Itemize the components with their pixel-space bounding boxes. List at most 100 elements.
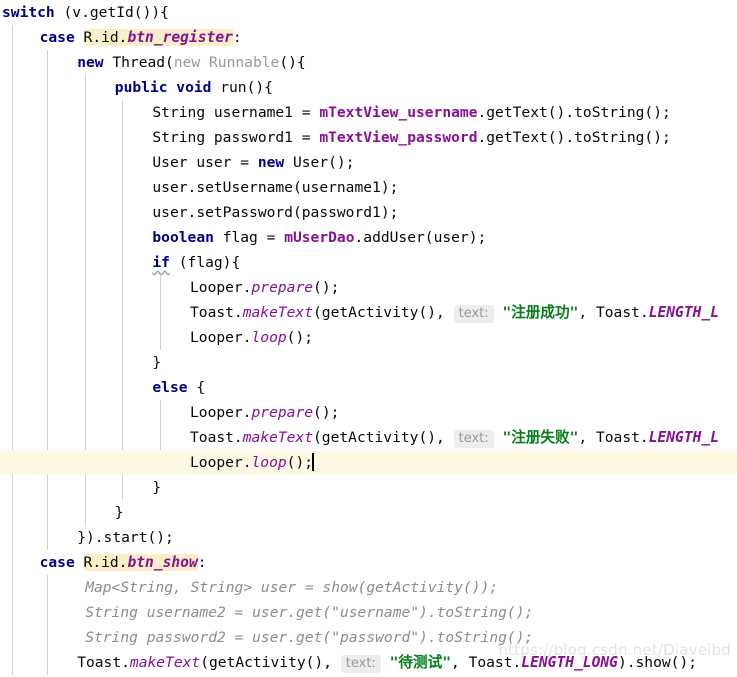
code-token: ).show(); [617,654,698,671]
code-token: makeText [242,429,314,446]
code-token: .getText().toString(); [477,104,671,121]
code-token: loop [251,454,287,471]
code-token: , Toast. [578,429,649,446]
code-token: : [197,554,207,571]
code-token: flag = [222,229,285,246]
commented-code: Map<String, String> user = show(getActiv… [85,579,499,596]
code-token: new [257,154,293,171]
code-token: Toast. [190,429,243,446]
code-line[interactable]: String username1 = mTextView_username.ge… [0,100,737,125]
code-token: case [39,29,84,46]
code-line[interactable]: Toast.makeText(getActivity(), text: "注册失… [0,425,737,450]
string-literal: "注册失败" [502,429,579,446]
code-line[interactable]: user.setPassword(password1); [0,200,737,225]
code-line[interactable]: public void run(){ [0,75,737,100]
code-line[interactable]: Looper.loop(); [0,450,737,475]
code-token: run(){ [220,79,273,96]
code-token: Thread( [112,54,174,71]
code-token: user.setUsername(username1); [152,179,399,196]
code-line[interactable]: Map<String, String> user = show(getActiv… [0,575,737,600]
code-line[interactable]: String username2 = user.get("username").… [0,600,737,625]
code-token: Runnable [209,54,280,71]
code-line[interactable]: case R.id.btn_register: [0,25,737,50]
code-token: makeText [242,304,314,321]
code-token: Looper. [190,329,252,346]
text-caret [312,453,314,471]
code-line[interactable]: Looper.prepare(); [0,400,737,425]
code-token: (v.getId()){ [63,4,169,21]
code-lines: switch (v.getId()){case R.id.btn_registe… [0,0,737,675]
code-token: } [152,479,162,496]
code-token: : [232,29,242,46]
code-token: else [152,379,197,396]
code-line[interactable]: String password1 = mTextView_password.ge… [0,125,737,150]
code-line[interactable]: Looper.loop(); [0,325,737,350]
code-line[interactable]: switch (v.getId()){ [0,0,737,25]
code-token: Toast. [190,304,243,321]
search-highlight-token: R.id. [83,554,128,571]
inlay-parameter-hint: text: [453,430,494,448]
code-token: (getActivity(), [313,429,454,446]
code-token: (flag){ [169,254,241,271]
code-token: Toast. [77,654,130,671]
commented-code: String password2 = user.get("password").… [85,629,534,646]
code-line[interactable]: Toast.makeText(getActivity(), text: "待测试… [0,650,737,675]
code-token: { [196,379,206,396]
code-token: switch [2,4,64,21]
search-highlight-token: btn_register [127,29,233,46]
code-line[interactable]: if (flag){ [0,250,737,275]
code-token: prepare [251,279,314,296]
code-token: user.setPassword(password1); [152,204,399,221]
code-token: (getActivity(), [313,304,454,321]
code-line[interactable]: } [0,500,737,525]
code-token: (); [286,329,314,346]
code-token: LENGTH_L [648,304,719,321]
code-token: mTextView_password [319,129,478,146]
code-token: }).start(); [77,529,174,546]
code-token: mTextView_username [319,104,478,121]
commented-code: String username2 = user.get("username").… [85,604,534,621]
code-token: LENGTH_L [648,429,719,446]
code-line[interactable]: String password2 = user.get("password").… [0,625,737,650]
search-highlight-token: btn_show [127,554,198,571]
code-line[interactable]: Looper.prepare(); [0,275,737,300]
code-line[interactable]: User user = new User(); [0,150,737,175]
code-line[interactable]: } [0,475,737,500]
code-line[interactable]: Toast.makeText(getActivity(), text: "注册成… [0,300,737,325]
code-token: Looper. [190,404,252,421]
code-line[interactable]: boolean flag = mUserDao.addUser(user); [0,225,737,250]
inlay-parameter-hint: text: [453,305,494,323]
code-token: User(); [292,154,355,171]
string-literal: "待测试" [389,654,451,671]
code-token: case [39,554,84,571]
code-token: .getText().toString(); [477,129,671,146]
code-token: boolean [152,229,223,246]
code-line[interactable]: } [0,350,737,375]
code-token: (getActivity(), [200,654,341,671]
code-line[interactable]: new Thread(new Runnable(){ [0,50,737,75]
code-token: Looper. [190,279,252,296]
code-token: (); [313,279,340,296]
code-token: (); [286,454,314,471]
code-token: } [114,504,124,521]
code-token: (); [313,404,340,421]
code-line[interactable]: case R.id.btn_show: [0,550,737,575]
code-token: User user = [152,154,258,171]
code-token: new [77,54,113,71]
code-line[interactable]: else { [0,375,737,400]
code-token: makeText [129,654,201,671]
code-editor[interactable]: https://blog.csdn.net/Diaveibd switch (v… [0,0,737,677]
code-line[interactable]: user.setUsername(username1); [0,175,737,200]
code-token: loop [251,329,287,346]
code-token: new [173,54,210,71]
code-line[interactable]: }).start(); [0,525,737,550]
search-highlight-token: R.id. [83,29,128,46]
string-literal: "注册成功" [502,304,579,321]
code-token: .addUser(user); [354,229,487,246]
code-token: String username1 = [152,104,320,121]
code-token: mUserDao [284,229,355,246]
code-token: public void [114,79,221,96]
code-token: LENGTH_LONG [521,654,618,671]
code-token: , Toast. [451,654,522,671]
